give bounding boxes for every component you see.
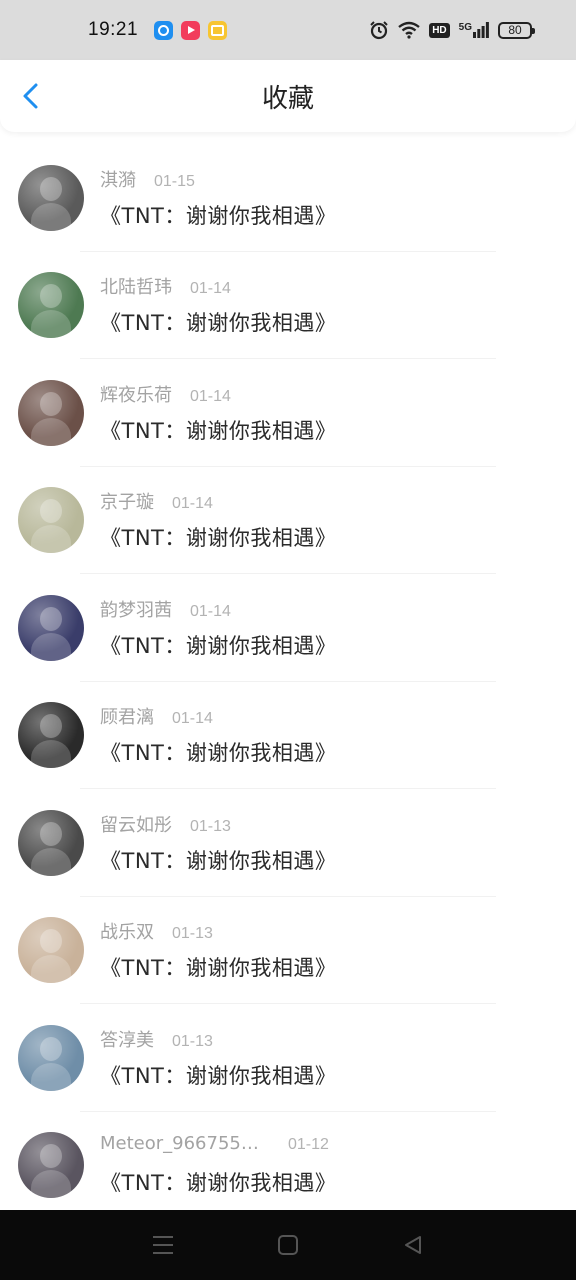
item-title[interactable]: 《TNT：谢谢你我相遇》 <box>100 522 336 552</box>
meta-row: 京子璇 01-14 <box>100 488 336 514</box>
item-text: 韵梦羽茜 01-14 《TNT：谢谢你我相遇》 <box>100 596 336 660</box>
avatar[interactable] <box>18 809 84 876</box>
list-item[interactable]: 留云如彤 01-13 《TNT：谢谢你我相遇》 <box>0 789 576 897</box>
avatar[interactable] <box>18 272 84 339</box>
avatar[interactable] <box>18 1132 84 1199</box>
avatar[interactable] <box>18 379 84 446</box>
item-title[interactable]: 《TNT：谢谢你我相遇》 <box>100 200 336 230</box>
user-name[interactable]: 北陆哲玮 <box>100 273 172 299</box>
user-name[interactable]: 留云如彤 <box>100 811 172 837</box>
item-title[interactable]: 《TNT：谢谢你我相遇》 <box>100 845 336 875</box>
item-text: 答淳美 01-13 《TNT：谢谢你我相遇》 <box>100 1026 336 1090</box>
item-text: 留云如彤 01-13 《TNT：谢谢你我相遇》 <box>100 811 336 875</box>
date: 01-13 <box>172 1032 213 1050</box>
meta-row: 答淳美 01-13 <box>100 1026 336 1052</box>
meta-row: 韵梦羽茜 01-14 <box>100 596 336 622</box>
item-title[interactable]: 《TNT：谢谢你我相遇》 <box>100 737 336 767</box>
status-bar: 19:21 HD 5G 80 <box>0 0 576 60</box>
list-item[interactable]: 战乐双 01-13 《TNT：谢谢你我相遇》 <box>0 897 576 1005</box>
menu-icon <box>152 1236 173 1254</box>
date: 01-13 <box>190 817 231 835</box>
item-title[interactable]: 《TNT：谢谢你我相遇》 <box>100 307 336 337</box>
list-item[interactable]: 顾君漓 01-14 《TNT：谢谢你我相遇》 <box>0 682 576 790</box>
avatar[interactable] <box>18 594 84 661</box>
date: 01-12 <box>288 1136 329 1154</box>
date: 01-14 <box>172 495 213 513</box>
item-title[interactable]: 《TNT：谢谢你我相遇》 <box>100 630 336 660</box>
reader-app-icon <box>208 20 228 40</box>
date: 01-14 <box>190 280 231 298</box>
wifi-icon <box>398 21 420 39</box>
item-title[interactable]: 《TNT：谢谢你我相遇》 <box>100 1167 336 1197</box>
network-type: 5G <box>458 22 472 33</box>
date: 01-13 <box>172 925 213 943</box>
chevron-left-icon <box>23 83 38 109</box>
item-text: Meteor_96675594... 01-12 《TNT：谢谢你我相遇》 <box>100 1133 336 1197</box>
meta-row: 留云如彤 01-13 <box>100 811 336 837</box>
user-name[interactable]: 顾君漓 <box>100 703 154 729</box>
app-notification-icon <box>154 20 174 40</box>
back-button[interactable] <box>18 82 46 110</box>
list-item[interactable]: 韵梦羽茜 01-14 《TNT：谢谢你我相遇》 <box>0 574 576 682</box>
meta-row: 辉夜乐荷 01-14 <box>100 381 336 407</box>
battery-level: 80 <box>508 23 522 37</box>
avatar[interactable] <box>18 1024 84 1091</box>
status-indicators: HD 5G 80 <box>369 20 535 40</box>
list-item[interactable]: Meteor_96675594... 01-12 《TNT：谢谢你我相遇》 <box>0 1112 576 1211</box>
list-item[interactable]: 答淳美 01-13 《TNT：谢谢你我相遇》 <box>0 1004 576 1112</box>
meta-row: 北陆哲玮 01-14 <box>100 273 336 299</box>
date: 01-14 <box>190 602 231 620</box>
status-time: 19:21 <box>88 19 139 40</box>
item-title[interactable]: 《TNT：谢谢你我相遇》 <box>100 952 336 982</box>
user-name[interactable]: 京子璇 <box>100 488 154 514</box>
avatar[interactable] <box>18 164 84 231</box>
list-item[interactable]: 淇漪 01-15 《TNT：谢谢你我相遇》 <box>0 144 576 252</box>
home-button[interactable] <box>268 1225 308 1265</box>
menu-button[interactable] <box>143 1225 183 1265</box>
avatar[interactable] <box>18 917 84 984</box>
item-text: 北陆哲玮 01-14 《TNT：谢谢你我相遇》 <box>100 273 336 337</box>
meta-row: 顾君漓 01-14 <box>100 703 336 729</box>
favorites-list[interactable]: 淇漪 01-15 《TNT：谢谢你我相遇》 北陆哲玮 01-14 《TNT：谢谢你我相遇》… <box>0 144 576 1210</box>
battery-icon: 80 <box>498 21 535 39</box>
notification-icons <box>154 20 228 40</box>
item-text: 淇漪 01-15 《TNT：谢谢你我相遇》 <box>100 166 336 230</box>
date: 01-14 <box>172 710 213 728</box>
signal-icon <box>473 22 489 38</box>
avatar[interactable] <box>18 487 84 554</box>
avatar[interactable] <box>18 702 84 769</box>
list-item[interactable]: 北陆哲玮 01-14 《TNT：谢谢你我相遇》 <box>0 252 576 360</box>
system-nav-bar <box>0 1210 576 1280</box>
video-app-icon <box>181 20 201 40</box>
user-name[interactable]: 辉夜乐荷 <box>100 381 172 407</box>
user-name[interactable]: Meteor_96675594... <box>100 1133 270 1154</box>
date: 01-14 <box>190 387 231 405</box>
item-title[interactable]: 《TNT：谢谢你我相遇》 <box>100 1060 336 1090</box>
user-name[interactable]: 答淳美 <box>100 1026 154 1052</box>
header-bar: 收藏 <box>0 60 576 132</box>
item-text: 京子璇 01-14 《TNT：谢谢你我相遇》 <box>100 488 336 552</box>
meta-row: Meteor_96675594... 01-12 <box>100 1133 336 1159</box>
user-name[interactable]: 战乐双 <box>100 918 154 944</box>
item-title[interactable]: 《TNT：谢谢你我相遇》 <box>100 415 336 445</box>
home-square-icon <box>277 1235 298 1255</box>
date: 01-15 <box>154 172 195 190</box>
item-text: 辉夜乐荷 01-14 《TNT：谢谢你我相遇》 <box>100 381 336 445</box>
alarm-icon <box>370 21 388 40</box>
list-item[interactable]: 辉夜乐荷 01-14 《TNT：谢谢你我相遇》 <box>0 359 576 467</box>
list-item[interactable]: 京子璇 01-14 《TNT：谢谢你我相遇》 <box>0 467 576 575</box>
page-title: 收藏 <box>261 83 314 114</box>
signal-indicator: 5G <box>459 22 489 38</box>
meta-row: 淇漪 01-15 <box>100 166 336 192</box>
item-text: 顾君漓 01-14 《TNT：谢谢你我相遇》 <box>100 703 336 767</box>
user-name[interactable]: 淇漪 <box>100 166 136 192</box>
back-nav-button[interactable] <box>393 1225 433 1265</box>
back-triangle-icon <box>405 1236 422 1254</box>
user-name[interactable]: 韵梦羽茜 <box>100 596 172 622</box>
meta-row: 战乐双 01-13 <box>100 918 336 944</box>
hd-badge: HD <box>429 22 450 38</box>
item-text: 战乐双 01-13 《TNT：谢谢你我相遇》 <box>100 918 336 982</box>
